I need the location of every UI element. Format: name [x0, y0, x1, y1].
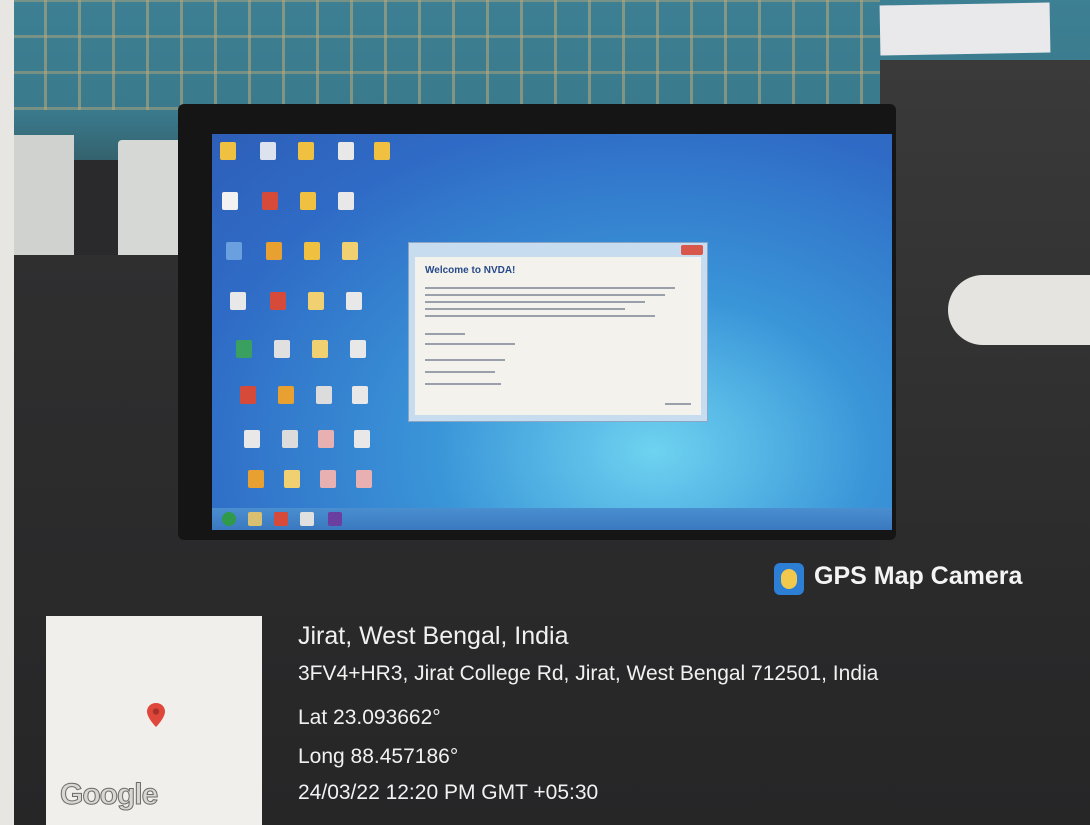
- desktop-icon[interactable]: [236, 340, 252, 358]
- desktop-icon[interactable]: [346, 292, 362, 310]
- datetime-text: 24/03/22 12:20 PM GMT +05:30: [298, 781, 599, 804]
- dialog-checkbox[interactable]: [425, 359, 505, 361]
- gps-camera-title: GPS Map Camera: [814, 562, 1023, 590]
- desktop-icon[interactable]: [230, 292, 246, 310]
- desktop-icon[interactable]: [270, 292, 286, 310]
- wall-calendar: [879, 2, 1051, 56]
- latitude-text: Lat 23.093662°: [298, 706, 441, 729]
- address-text: 3FV4+HR3, Jirat College Rd, Jirat, West …: [298, 662, 879, 685]
- dialog-text-line: [425, 343, 515, 345]
- desktop-icon[interactable]: [352, 386, 368, 404]
- google-logo: Google: [59, 778, 158, 812]
- longitude-text: Long 88.457186°: [298, 745, 459, 768]
- desktop-icon[interactable]: [220, 142, 236, 160]
- paper-object: [948, 275, 1090, 345]
- desktop-icon[interactable]: [318, 430, 334, 448]
- monitor-screen: Welcome to NVDA!: [212, 134, 892, 530]
- desktop-icon[interactable]: [308, 292, 324, 310]
- desktop-icon[interactable]: [304, 242, 320, 260]
- dialog-text-line: [425, 333, 465, 335]
- ok-button[interactable]: [665, 403, 691, 405]
- desktop-icon[interactable]: [338, 142, 354, 160]
- desktop-icon[interactable]: [298, 142, 314, 160]
- dialog-text-line: [425, 315, 655, 317]
- start-button[interactable]: [222, 512, 236, 526]
- desktop-icon[interactable]: [342, 242, 358, 260]
- dialog-body: Welcome to NVDA!: [415, 257, 701, 415]
- switchboard: [14, 135, 74, 255]
- dialog-text-line: [425, 308, 625, 310]
- dialog-checkbox[interactable]: [425, 383, 501, 385]
- desktop-icon[interactable]: [354, 430, 370, 448]
- dialog-text-line: [425, 294, 665, 296]
- taskbar-app-icon[interactable]: [248, 512, 262, 526]
- desktop-icon[interactable]: [274, 340, 290, 358]
- desktop-icon[interactable]: [226, 242, 242, 260]
- desktop-icon[interactable]: [222, 192, 238, 210]
- nvda-welcome-dialog: Welcome to NVDA!: [408, 242, 708, 422]
- desktop-icon[interactable]: [338, 192, 354, 210]
- desktop-icon[interactable]: [316, 386, 332, 404]
- desktop-icon[interactable]: [374, 142, 390, 160]
- dialog-checkbox[interactable]: [425, 371, 495, 373]
- gps-camera-app-icon: [774, 563, 804, 595]
- dialog-text-line: [425, 287, 675, 289]
- desktop-icon[interactable]: [356, 470, 372, 488]
- desktop-icon[interactable]: [350, 340, 366, 358]
- map-pin-icon: [147, 703, 165, 727]
- desktop-icon[interactable]: [248, 470, 264, 488]
- desktop-icon[interactable]: [300, 192, 316, 210]
- desktop-icon[interactable]: [262, 192, 278, 210]
- desktop-icon[interactable]: [284, 470, 300, 488]
- taskbar-app-icon[interactable]: [274, 512, 288, 526]
- photo-border: [0, 0, 14, 825]
- desktop-icon[interactable]: [260, 142, 276, 160]
- taskbar-app-icon[interactable]: [328, 512, 342, 526]
- desktop-icon[interactable]: [244, 430, 260, 448]
- dialog-text-line: [425, 301, 645, 303]
- taskbar-app-icon[interactable]: [300, 512, 314, 526]
- window-grille: [10, 0, 880, 110]
- desktop-icon[interactable]: [312, 340, 328, 358]
- location-title: Jirat, West Bengal, India: [298, 622, 569, 650]
- desktop-icon[interactable]: [320, 470, 336, 488]
- taskbar: [212, 508, 892, 530]
- dialog-title: Welcome to NVDA!: [425, 265, 516, 276]
- desktop-icon[interactable]: [282, 430, 298, 448]
- desktop-icon[interactable]: [266, 242, 282, 260]
- close-button[interactable]: [681, 245, 703, 255]
- desktop-icon[interactable]: [278, 386, 294, 404]
- desktop-icon[interactable]: [240, 386, 256, 404]
